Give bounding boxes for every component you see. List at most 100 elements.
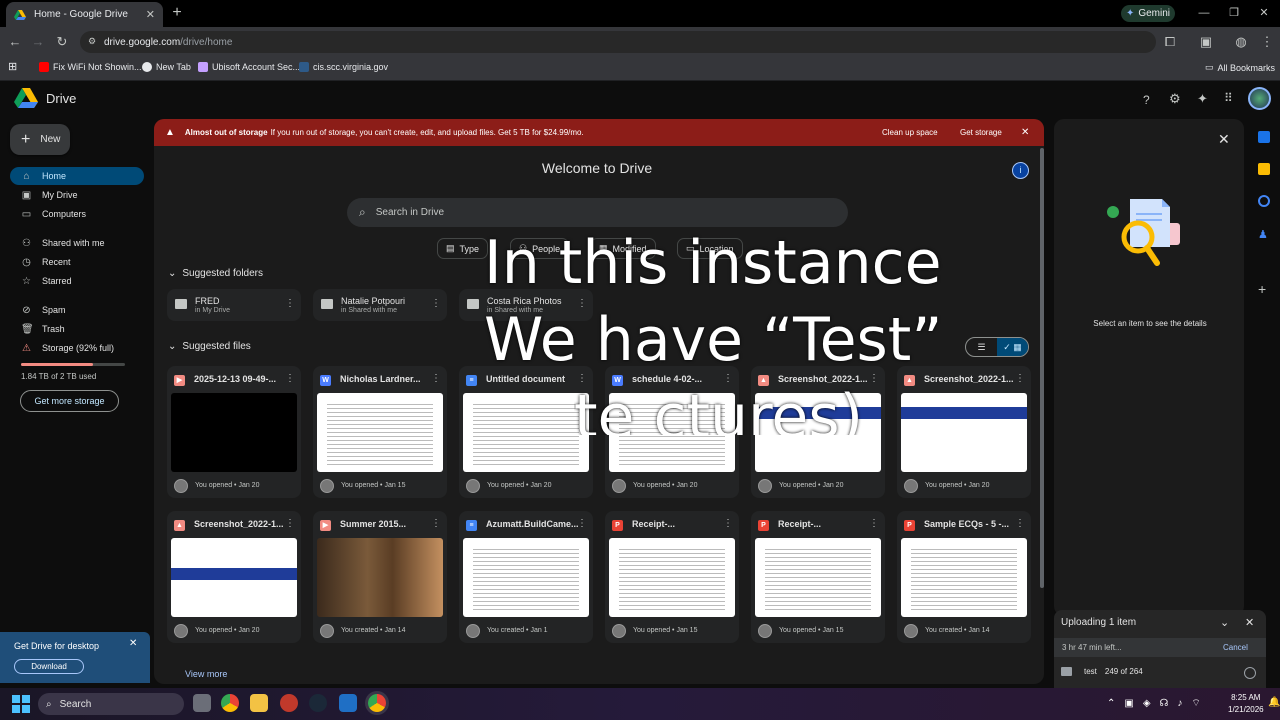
file-explorer-icon[interactable] — [250, 694, 268, 712]
more-options-icon[interactable]: ⋮ — [285, 373, 295, 384]
more-options-icon[interactable]: ⋮ — [431, 298, 441, 309]
sidebar-item-computers[interactable]: ▭ Computers — [10, 205, 144, 223]
sidebar-item-my[interactable]: ▣ My Drive — [10, 186, 144, 204]
all-bookmarks[interactable]: ▭ All Bookmarks — [1205, 62, 1275, 73]
reload-icon[interactable]: ↻ — [54, 34, 70, 50]
close-upload-icon[interactable]: ✕ — [1245, 616, 1254, 629]
list-view-icon[interactable]: ☰ — [966, 338, 997, 356]
taskbar-search[interactable]: ⌕ Search — [38, 693, 184, 715]
more-options-icon[interactable]: ⋮ — [869, 518, 879, 529]
apps-grid-icon[interactable]: ⊞ — [8, 60, 17, 73]
add-addon-icon[interactable]: + — [1258, 281, 1266, 297]
browser-menu-icon[interactable]: ⋮ — [1259, 34, 1275, 50]
folder-card[interactable]: Natalie Potpouri in Shared with me ⋮ — [313, 289, 447, 321]
grid-view-icon[interactable]: ✓ ▦ — [997, 338, 1028, 356]
file-card[interactable]: ▶ 2025-12-13 09-49-... ⋮ You opened • Jan 2… — [167, 366, 301, 498]
new-tab-button[interactable]: + — [168, 4, 186, 22]
sidebar-item-home[interactable]: ⌂ Home — [10, 167, 144, 185]
chrome-active-icon[interactable] — [368, 694, 386, 712]
more-options-icon[interactable]: ⋮ — [431, 518, 441, 529]
system-tray-icons[interactable]: ⌃▣◈☊♪⌔ — [1107, 697, 1210, 710]
address-bar[interactable]: ⚙ drive.google.com/drive/home — [80, 31, 1156, 53]
scrollbar[interactable] — [1040, 148, 1044, 588]
chip-label: Type — [459, 243, 480, 254]
collapse-chevron-icon[interactable]: ⌄ — [1220, 616, 1229, 629]
bookmark-item[interactable]: Fix WiFi Not Showin... — [39, 62, 142, 72]
notification-icon[interactable]: 🔔 — [1268, 697, 1280, 708]
sidebar-item-shared[interactable]: ⚇ Shared with me — [10, 234, 144, 252]
more-options-icon[interactable]: ⋮ — [1015, 518, 1025, 529]
profile-icon[interactable]: ◍ — [1233, 34, 1249, 50]
close-banner-icon[interactable]: ✕ — [1021, 127, 1029, 138]
more-options-icon[interactable]: ⋮ — [431, 373, 441, 384]
file-card[interactable]: P Receipt-... ⋮ You opened • Jan 15 — [751, 511, 885, 643]
gemini-sparkle-icon[interactable]: ✦ — [1197, 91, 1208, 107]
sidebar-item-trash[interactable]: 🗑 Trash — [10, 320, 144, 338]
close-details-icon[interactable]: ✕ — [1218, 131, 1230, 148]
chrome-taskbar-icon[interactable] — [221, 694, 239, 712]
avatar — [904, 479, 918, 493]
file-card[interactable]: P Receipt-... ⋮ You opened • Jan 15 — [605, 511, 739, 643]
close-promo-icon[interactable]: ✕ — [129, 638, 137, 649]
back-icon[interactable]: ← — [7, 34, 23, 50]
close-window-icon[interactable]: ✕ — [1257, 6, 1271, 20]
file-card[interactable]: W Nicholas Lardner... ⋮ You opened • Jan 15 — [313, 366, 447, 498]
windows-start-icon[interactable] — [12, 695, 30, 713]
info-icon[interactable]: i — [1012, 162, 1029, 179]
minimize-icon[interactable]: — — [1197, 6, 1211, 20]
side-panel-icon[interactable]: ▣ — [1198, 34, 1214, 50]
more-options-icon[interactable]: ⋮ — [285, 298, 295, 309]
search-input[interactable]: ⌕ Search in Drive — [347, 198, 848, 227]
get-more-storage-button[interactable]: Get more storage — [20, 390, 119, 412]
task-view-icon[interactable] — [193, 694, 211, 712]
filter-chip-type[interactable]: ▤ Type — [437, 238, 489, 259]
close-tab-icon[interactable]: ✕ — [146, 8, 155, 21]
calendar-app-icon[interactable] — [1258, 131, 1270, 143]
bookmark-item[interactable]: Ubisoft Account Sec... — [198, 62, 300, 72]
download-button[interactable]: Download — [14, 659, 84, 674]
help-icon[interactable]: ? — [1143, 93, 1150, 107]
forward-icon[interactable]: → — [30, 34, 46, 50]
taskbar-clock[interactable]: 8:25 AM 1/21/2026 — [1228, 692, 1264, 716]
bookmark-item[interactable]: New Tab — [142, 62, 191, 72]
file-card[interactable]: P Sample ECQs - 5 -... ⋮ You created • Jan … — [897, 511, 1031, 643]
extensions-icon[interactable]: ⧠ — [1162, 34, 1178, 50]
file-card[interactable]: ▲ Screenshot_2022-1... ⋮ You opened • Jan 2… — [897, 366, 1031, 498]
account-avatar[interactable] — [1248, 87, 1271, 110]
new-button[interactable]: + New — [10, 124, 70, 155]
view-more-link[interactable]: View more — [185, 669, 227, 679]
file-card[interactable]: ≡ Azumatt.BuildCame... ⋮ You created • Jan … — [459, 511, 593, 643]
folder-card[interactable]: FRED in My Drive ⋮ — [167, 289, 301, 321]
keep-app-icon[interactable] — [1258, 163, 1270, 175]
get-storage-link[interactable]: Get storage — [960, 128, 1002, 137]
app-taskbar-icon-2[interactable] — [339, 694, 357, 712]
more-options-icon[interactable]: ⋮ — [1015, 373, 1025, 384]
suggested-files-heading[interactable]: ⌄ Suggested files — [168, 341, 251, 352]
steam-icon[interactable] — [309, 694, 327, 712]
contacts-app-icon[interactable]: ♟ — [1258, 229, 1270, 241]
clean-up-space-link[interactable]: Clean up space — [882, 128, 938, 137]
file-card[interactable]: ≡ Untitled document ⋮ You opened • Jan 20 — [459, 366, 593, 498]
maximize-icon[interactable]: ❐ — [1227, 6, 1241, 20]
sidebar-item-starred[interactable]: ☆ Starred — [10, 272, 144, 290]
app-taskbar-icon[interactable] — [280, 694, 298, 712]
google-apps-icon[interactable]: ⠿ — [1224, 91, 1233, 105]
bookmark-item[interactable]: cis.scc.virginia.gov — [299, 62, 388, 72]
more-options-icon[interactable]: ⋮ — [285, 518, 295, 529]
site-info-icon[interactable]: ⚙ — [88, 36, 96, 47]
more-options-icon[interactable]: ⋮ — [577, 518, 587, 529]
tasks-app-icon[interactable] — [1258, 195, 1270, 207]
cancel-upload-button[interactable]: Cancel — [1223, 643, 1248, 652]
sidebar-item-storage[interactable]: ⚠ Storage (92% full) — [10, 339, 144, 357]
settings-gear-icon[interactable]: ⚙ — [1169, 91, 1181, 107]
gemini-button[interactable]: ✦ Gemini — [1121, 5, 1175, 22]
suggested-folders-heading[interactable]: ⌄ Suggested folders — [168, 268, 263, 279]
sidebar-item-spam[interactable]: ⊘ Spam — [10, 301, 144, 319]
file-name: Summer 2015... — [340, 519, 407, 529]
drive-logo[interactable]: Drive — [14, 88, 76, 108]
browser-tab[interactable]: Home - Google Drive ✕ — [6, 2, 163, 27]
more-options-icon[interactable]: ⋮ — [723, 518, 733, 529]
file-card[interactable]: ▲ Screenshot_2022-1... ⋮ You opened • Jan 2… — [167, 511, 301, 643]
file-card[interactable]: ▶ Summer 2015... ⋮ You created • Jan 14 — [313, 511, 447, 643]
sidebar-item-recent[interactable]: ◷ Recent — [10, 253, 144, 271]
